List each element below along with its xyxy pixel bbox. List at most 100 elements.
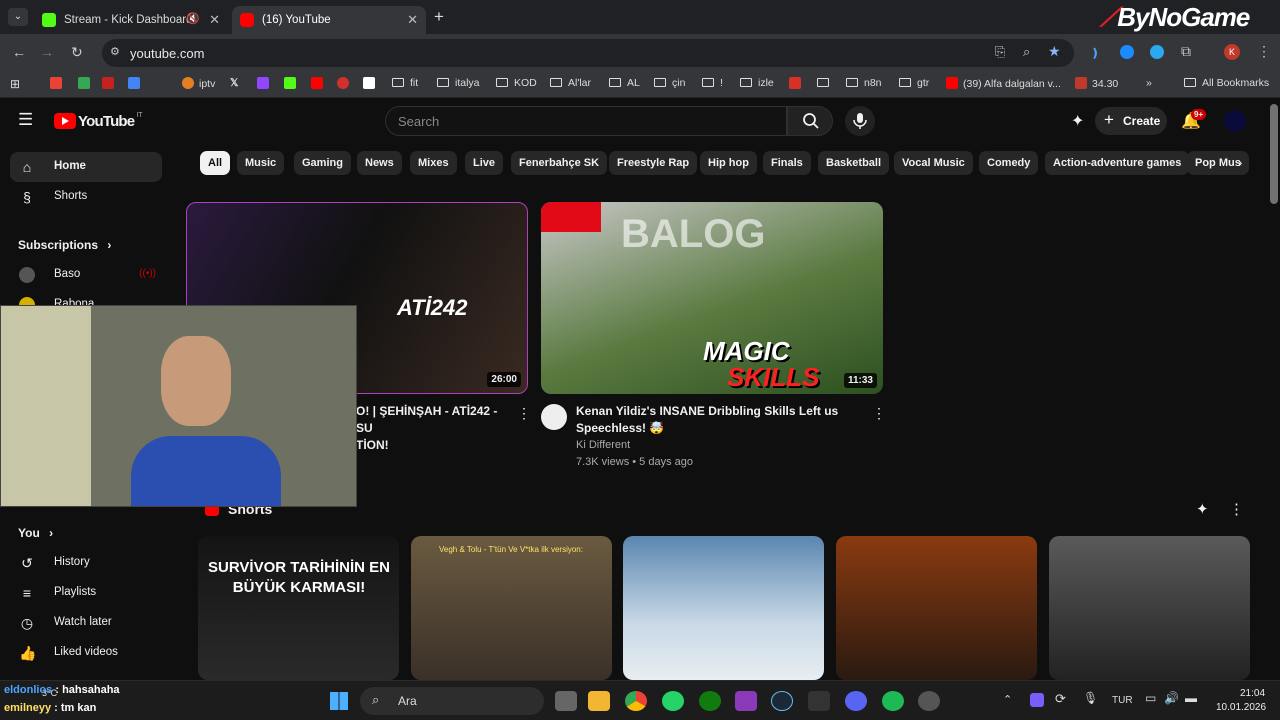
- chip-fenerbahce[interactable]: Fenerbahçe SK: [511, 151, 608, 175]
- more-options-icon[interactable]: ⋮: [872, 405, 886, 422]
- kick-icon[interactable]: [284, 77, 301, 90]
- bookmark-folder-excl[interactable]: !: [702, 77, 723, 89]
- sidebar-item-history[interactable]: ↺ History: [10, 548, 162, 578]
- bookmark-folder-italya[interactable]: italya: [437, 77, 480, 89]
- zoom-icon[interactable]: ⌕: [1023, 44, 1030, 60]
- sidebar-item-playlists[interactable]: ≡ Playlists: [10, 578, 162, 608]
- sidebar-item-home[interactable]: ⌂ Home: [10, 152, 162, 182]
- ai-sparkle-icon[interactable]: ✦: [1196, 500, 1209, 518]
- scrollbar[interactable]: [1270, 104, 1278, 204]
- ai-sparkle-icon[interactable]: ✦: [1071, 111, 1084, 131]
- more-bookmarks-icon[interactable]: »: [1146, 77, 1152, 89]
- xbox-icon[interactable]: [699, 691, 721, 711]
- clock-time[interactable]: 21:04: [1240, 688, 1265, 699]
- chip-comedy[interactable]: Comedy: [979, 151, 1039, 175]
- search-button[interactable]: [787, 106, 833, 136]
- chevron-right-icon[interactable]: ›: [1238, 155, 1242, 170]
- chip-basketball[interactable]: Basketball: [818, 151, 890, 175]
- tray-chevron-up-icon[interactable]: ⌃: [1003, 693, 1012, 706]
- you-heading[interactable]: You ›: [18, 526, 53, 540]
- video-title[interactable]: Kenan Yildiz's INSANE Dribbling Skills L…: [576, 403, 866, 437]
- more-options-icon[interactable]: ⋮: [517, 405, 531, 422]
- create-button[interactable]: + Create: [1095, 107, 1167, 135]
- sidebar-item-baso[interactable]: Baso ((•)): [10, 260, 162, 290]
- taskbar-search[interactable]: ⌕ Ara: [360, 687, 544, 715]
- extension-icon[interactable]: [1150, 45, 1164, 59]
- twitch-icon[interactable]: [257, 77, 274, 90]
- video-thumbnail[interactable]: BALOG MAGIC SKILLS 11:33: [541, 202, 883, 394]
- app-icon[interactable]: [918, 691, 940, 711]
- extension-icon[interactable]: ❫: [1090, 46, 1104, 60]
- tray-sync-icon[interactable]: ⟳: [1055, 691, 1066, 707]
- apps-icon[interactable]: ⊞: [10, 77, 20, 91]
- channel-avatar[interactable]: [541, 404, 567, 430]
- bookmark-folder[interactable]: [817, 77, 835, 89]
- bookmark-star-icon[interactable]: ★: [1048, 43, 1061, 60]
- epic-games-icon[interactable]: [808, 691, 830, 711]
- avatar[interactable]: [1224, 110, 1246, 132]
- bookmark-youtube-alfa[interactable]: (39) Alfa dalgalan v...: [946, 77, 1061, 90]
- bookmark-icon[interactable]: [337, 77, 354, 90]
- short-card[interactable]: [623, 536, 824, 680]
- all-bookmarks[interactable]: All Bookmarks: [1184, 77, 1269, 89]
- clock-date[interactable]: 10.01.2026: [1216, 702, 1266, 713]
- menu-icon[interactable]: ⋮: [1257, 43, 1271, 60]
- tray-app-icon[interactable]: [1030, 693, 1044, 707]
- chip-gaming[interactable]: Gaming: [294, 151, 351, 175]
- search-input[interactable]: Search: [385, 106, 787, 136]
- chip-action-adventure[interactable]: Action-adventure games: [1045, 151, 1190, 175]
- more-options-icon[interactable]: ⋮: [1229, 500, 1244, 518]
- spotify-icon[interactable]: [882, 691, 904, 711]
- chip-live[interactable]: Live: [465, 151, 504, 175]
- bookmark-3430[interactable]: 34.30: [1075, 77, 1118, 90]
- bookmark-folder-allar[interactable]: Al'lar: [550, 77, 591, 89]
- tray-mic-icon[interactable]: 🎙: [1083, 691, 1098, 705]
- youtube-icon[interactable]: [311, 77, 328, 90]
- short-card[interactable]: Vegh & Tolu - T'tün Ve V*tka ilk versiyo…: [411, 536, 612, 680]
- bookmark-iptv[interactable]: iptv: [182, 77, 215, 90]
- chip-freestyle-rap[interactable]: Freestyle Rap: [609, 151, 698, 175]
- puzzle-icon[interactable]: ⧉: [1181, 43, 1191, 60]
- sidebar-item-watch-later[interactable]: ◷ Watch later: [10, 608, 162, 638]
- gmail-icon[interactable]: [102, 77, 119, 90]
- site-info-icon[interactable]: ⚙: [110, 45, 120, 58]
- bookmark-folder-izle[interactable]: izle: [740, 77, 774, 89]
- bookmark-icon[interactable]: [50, 77, 67, 90]
- translate-icon[interactable]: [128, 77, 145, 90]
- discord-icon[interactable]: [845, 691, 867, 711]
- volume-icon[interactable]: 🔊: [1164, 691, 1179, 705]
- chip-news[interactable]: News: [357, 151, 402, 175]
- network-icon[interactable]: ▭: [1145, 691, 1156, 705]
- sidebar-item-shorts[interactable]: § Shorts: [10, 182, 162, 212]
- chip-mixes[interactable]: Mixes: [410, 151, 457, 175]
- battery-icon[interactable]: ▬: [1185, 691, 1197, 705]
- tab-kick-dashboard[interactable]: Stream - Kick Dashboard 🔇 ✕: [34, 6, 228, 34]
- file-explorer-icon[interactable]: [588, 691, 610, 711]
- whatsapp-icon[interactable]: [662, 691, 684, 711]
- new-tab-button[interactable]: +: [434, 7, 444, 27]
- input-language[interactable]: TUR: [1112, 695, 1133, 706]
- reload-icon[interactable]: ↻: [71, 44, 83, 61]
- youtube-logo[interactable]: YouTube IT: [54, 112, 143, 130]
- bookmark-folder-fit[interactable]: fit: [392, 77, 418, 89]
- chip-finals[interactable]: Finals: [763, 151, 811, 175]
- forward-icon[interactable]: →: [40, 44, 54, 60]
- chip-vocal-music[interactable]: Vocal Music: [894, 151, 973, 175]
- short-card[interactable]: [836, 536, 1037, 680]
- bookmark-folder-kod[interactable]: KOD: [496, 77, 537, 89]
- back-icon[interactable]: ←: [12, 44, 26, 60]
- install-icon[interactable]: ⎘: [995, 44, 1005, 60]
- address-bar[interactable]: ⚙ youtube.com ⎘ ⌕ ★: [102, 39, 1074, 67]
- mute-icon[interactable]: 🔇: [186, 12, 200, 25]
- bookmark-folder-cin[interactable]: çin: [654, 77, 685, 89]
- bookmark-folder-al[interactable]: AL: [609, 77, 640, 89]
- hamburger-icon[interactable]: ☰: [18, 110, 33, 130]
- pdf-icon[interactable]: [789, 77, 806, 90]
- x-icon[interactable]: 𝕏: [230, 77, 238, 89]
- bookmark-folder-gtr[interactable]: gtr: [899, 77, 929, 89]
- channel-name[interactable]: Ki Different: [576, 437, 630, 454]
- shazam-icon[interactable]: [1120, 45, 1134, 59]
- close-icon[interactable]: ✕: [209, 12, 220, 28]
- short-card[interactable]: SURVİVOR TARİHİNİN EN BÜYÜK KARMASI!: [198, 536, 399, 680]
- app-icon[interactable]: [735, 691, 757, 711]
